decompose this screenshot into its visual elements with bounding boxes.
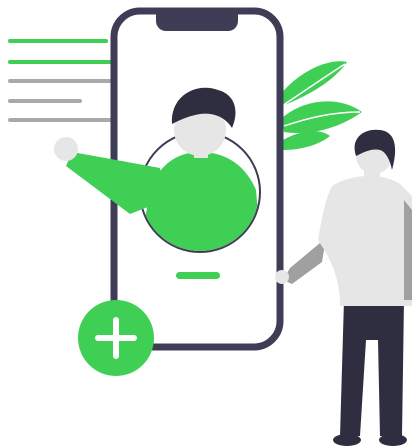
text-line-grey-3 — [8, 118, 118, 122]
add-contact-illustration — [8, 7, 412, 446]
standing-person — [275, 129, 412, 446]
person-shoe-left — [333, 434, 361, 446]
person-shirt — [318, 175, 412, 306]
add-contact-button[interactable] — [78, 300, 154, 376]
text-line-green-1 — [8, 39, 108, 43]
person-arm — [283, 238, 326, 284]
person-shoe-right — [379, 434, 407, 446]
phone-home-indicator — [176, 272, 220, 279]
person-hand — [275, 270, 289, 284]
waving-hand — [54, 137, 78, 161]
phone-notch — [156, 11, 238, 31]
person-pants — [340, 300, 404, 436]
text-line-grey-2 — [8, 99, 82, 103]
leaf-icon — [280, 61, 362, 150]
